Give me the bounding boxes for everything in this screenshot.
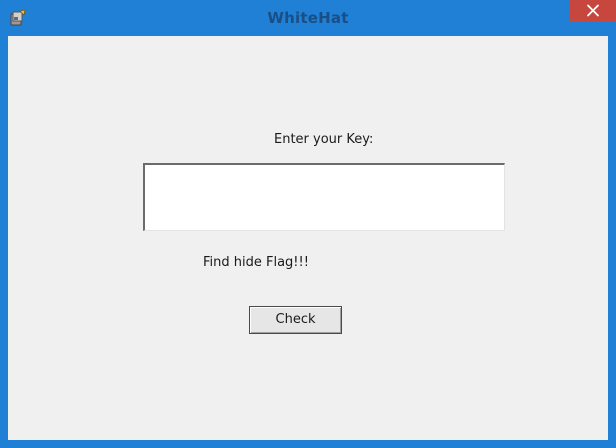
window-title: WhiteHat: [267, 9, 349, 27]
client-area: Enter your Key: Find hide Flag!!! Check: [8, 36, 608, 440]
check-button[interactable]: Check: [249, 306, 342, 334]
title-bar[interactable]: WhiteHat: [0, 0, 616, 36]
key-label: Enter your Key:: [274, 132, 374, 147]
flag-hint-label: Find hide Flag!!!: [203, 255, 309, 270]
close-button[interactable]: [570, 0, 616, 21]
close-icon: [587, 4, 599, 17]
key-input[interactable]: [143, 163, 505, 231]
app-window: WhiteHat Enter your Key: Find hide Flag!…: [0, 0, 616, 448]
